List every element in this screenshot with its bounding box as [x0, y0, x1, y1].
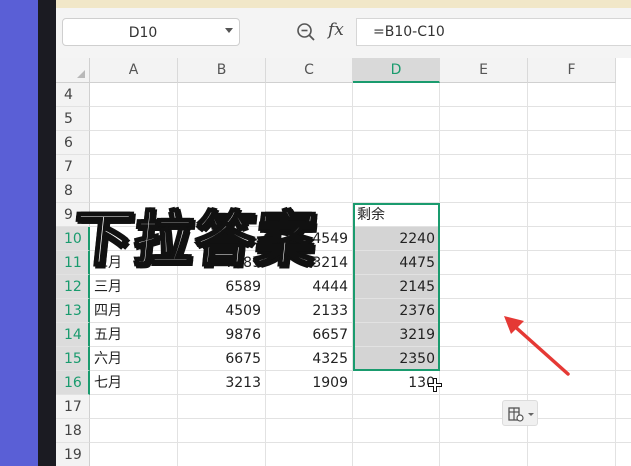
row-header-12[interactable]: 12 — [56, 275, 90, 299]
value-cell-c: 4444 — [312, 279, 348, 295]
value-cell-b: 6589 — [225, 279, 261, 295]
value-cell-b: 3213 — [225, 375, 261, 391]
column-header-a[interactable]: A — [90, 58, 178, 83]
auto-fill-options-icon — [508, 407, 534, 422]
row-header-15[interactable]: 15 — [56, 347, 90, 371]
overlay-caption: 下拉答案 — [69, 204, 322, 274]
column-header-d[interactable]: D — [353, 58, 440, 83]
value-cell-b: 9876 — [225, 327, 261, 343]
name-box-value: D10 — [128, 25, 158, 41]
grid-line — [90, 442, 631, 443]
month-cell: 四月 — [94, 303, 122, 319]
red-arrow-annotation — [504, 316, 570, 376]
zoom-icon[interactable] — [296, 22, 316, 42]
row-header-16[interactable]: 16 — [56, 371, 90, 395]
month-cell: 七月 — [94, 375, 122, 391]
selection-border — [353, 203, 440, 371]
spreadsheet-screen: D10 fx =B10-C10 ABCDEF 4 5 6 7 8 9 10 11 12 13 14 1… — [56, 0, 631, 466]
value-cell-b: 6675 — [225, 351, 261, 367]
row-header-5[interactable]: 5 — [56, 107, 90, 131]
name-box[interactable]: D10 — [62, 18, 240, 46]
quick-analysis-button[interactable] — [502, 400, 538, 426]
row-header-4[interactable]: 4 — [56, 83, 90, 107]
month-cell: 六月 — [94, 351, 122, 367]
month-cell: 三月 — [94, 279, 122, 295]
grid-line — [90, 178, 631, 179]
fx-icon[interactable]: fx — [328, 20, 344, 40]
fill-handle-cursor-icon[interactable] — [428, 378, 442, 392]
grid-line — [90, 130, 631, 131]
row-header-14[interactable]: 14 — [56, 323, 90, 347]
row-header-17[interactable]: 17 — [56, 395, 90, 419]
row-header-7[interactable]: 7 — [56, 155, 90, 179]
select-all-corner[interactable] — [56, 58, 90, 83]
grid-line — [90, 154, 631, 155]
value-cell-c: 2133 — [312, 303, 348, 319]
value-cell-c: 4325 — [312, 351, 348, 367]
formula-value: =B10-C10 — [373, 24, 445, 40]
value-cell-b: 4509 — [225, 303, 261, 319]
value-cell-c: 1909 — [312, 375, 348, 391]
column-header-c[interactable]: C — [266, 58, 353, 83]
row-header-19[interactable]: 19 — [56, 443, 90, 466]
column-header-b[interactable]: B — [178, 58, 266, 83]
toolbar-strip — [56, 0, 631, 8]
column-header-e[interactable]: E — [440, 58, 528, 83]
grid-line — [90, 418, 631, 419]
month-cell: 五月 — [94, 327, 122, 343]
column-header-f[interactable]: F — [528, 58, 616, 83]
formula-input[interactable]: =B10-C10 — [356, 18, 631, 46]
formula-bar: D10 fx =B10-C10 — [56, 8, 631, 58]
grid-line — [90, 106, 631, 107]
row-header-18[interactable]: 18 — [56, 419, 90, 443]
row-header-13[interactable]: 13 — [56, 299, 90, 323]
chevron-down-icon[interactable] — [225, 28, 233, 33]
row-header-6[interactable]: 6 — [56, 131, 90, 155]
result-cell-d: 130 — [408, 375, 435, 391]
value-cell-c: 6657 — [312, 327, 348, 343]
